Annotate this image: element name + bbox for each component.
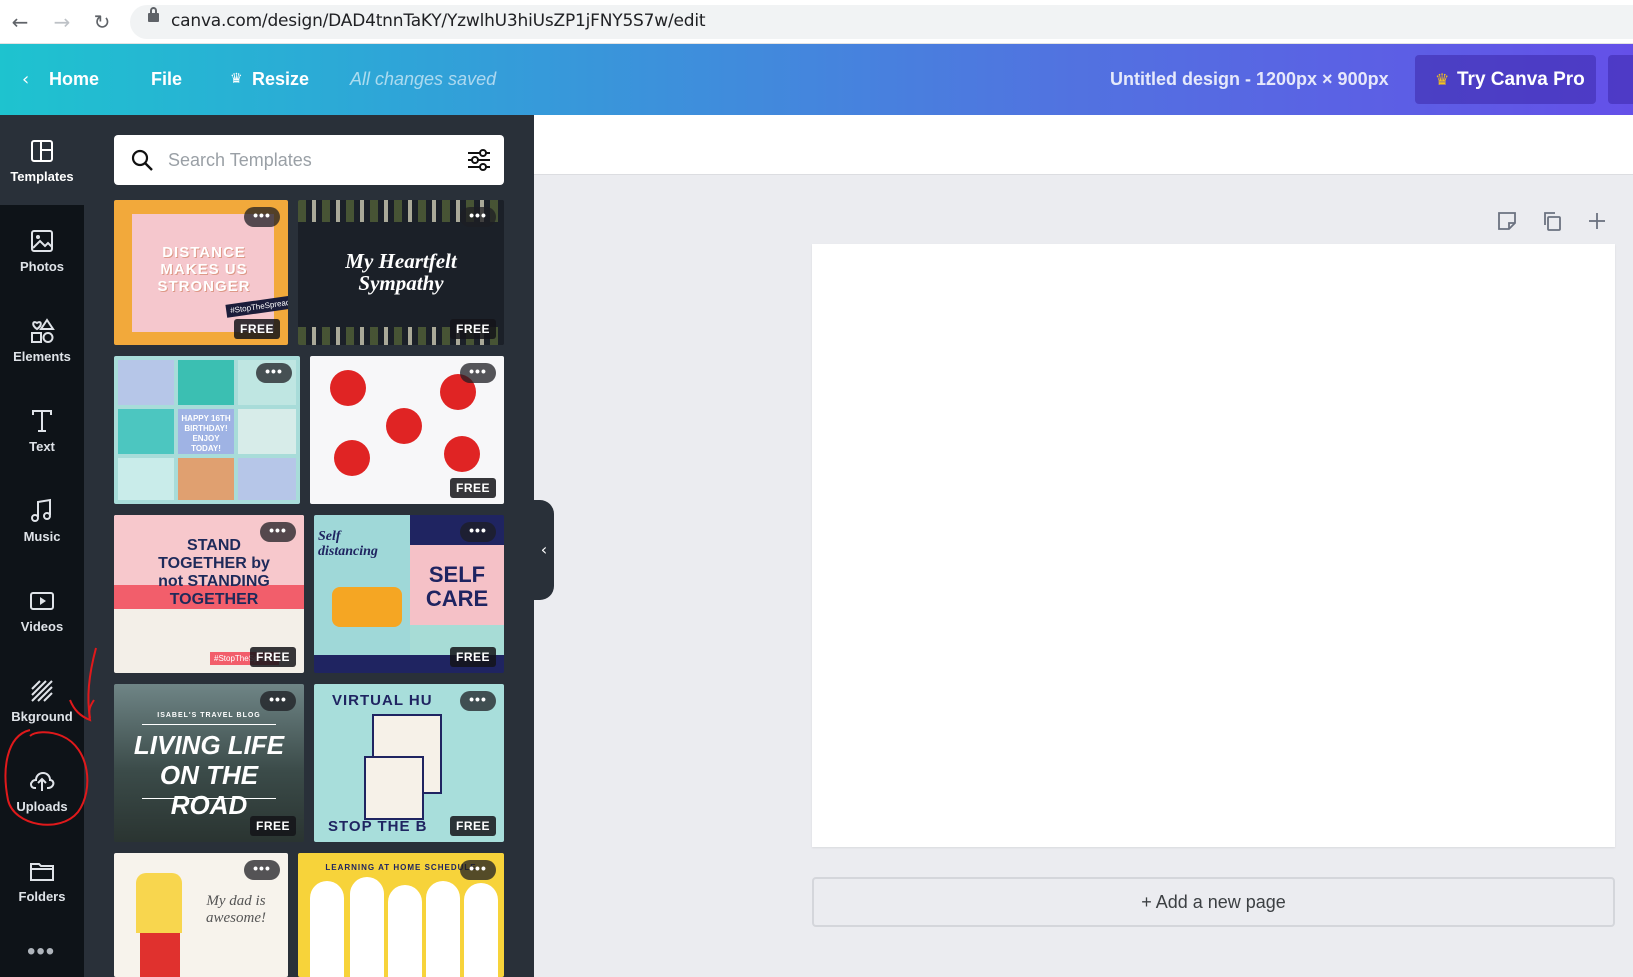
template-kicker: ISABEL'S TRAVEL BLOG (157, 712, 261, 719)
filter-icon[interactable] (466, 148, 492, 172)
free-badge: FREE (249, 647, 296, 667)
sidebar-item-uploads[interactable]: Uploads (0, 745, 84, 835)
template-text: DISTANCE MAKES US STRONGER (157, 244, 251, 295)
template-text: SELF CARE (425, 562, 489, 611)
resize-button[interactable]: Resize (252, 44, 309, 115)
sidebar-item-label: Music (23, 529, 61, 544)
design-page[interactable] (812, 244, 1615, 847)
folder-icon (30, 863, 54, 881)
more-icon[interactable]: ••• (27, 940, 55, 964)
sidebar-item-music[interactable]: Music (0, 475, 84, 565)
more-options-icon[interactable]: ••• (260, 522, 296, 542)
more-options-icon[interactable]: ••• (460, 363, 496, 383)
back-icon[interactable]: ← (8, 10, 32, 34)
file-menu-button[interactable]: File (151, 44, 182, 115)
search-icon (131, 149, 153, 171)
crown-icon: ♛ (1435, 70, 1450, 89)
sidebar-item-label: Text (29, 439, 55, 454)
template-card[interactable]: My dad is awesome! ••• (114, 853, 288, 977)
sidebar-item-background[interactable]: Bkground (0, 655, 84, 745)
notes-icon[interactable] (1496, 210, 1518, 232)
photos-icon (31, 230, 53, 252)
url-text[interactable]: canva.com/design/DAD4tnnTaKY/YzwlhU3hiUs… (171, 11, 706, 31)
editor-toolbar: ‹ Home File ♛ Resize All changes saved U… (0, 44, 1633, 115)
template-card[interactable]: STAND TOGETHER by not STANDING TOGETHER … (114, 515, 304, 673)
more-options-icon[interactable]: ••• (460, 522, 496, 542)
template-card[interactable]: Self distancing SELF CARE ••• FREE (314, 515, 504, 673)
add-page-icon[interactable] (1586, 210, 1608, 232)
free-badge: FREE (449, 647, 496, 667)
design-title[interactable]: Untitled design - 1200px × 900px (1110, 44, 1389, 115)
template-text: My Heartfelt Sympathy (345, 249, 457, 295)
sidebar-item-label: Videos (20, 619, 64, 634)
share-button[interactable] (1608, 55, 1633, 104)
more-options-icon[interactable]: ••• (260, 691, 296, 711)
template-text: HAPPY 16TH BIRTHDAY! ENJOY TODAY! (181, 414, 231, 453)
template-card[interactable]: ISABEL'S TRAVEL BLOG LIVING LIFE ON THE … (114, 684, 304, 842)
more-options-icon[interactable]: ••• (460, 860, 496, 880)
home-button[interactable]: Home (49, 44, 99, 115)
sidebar-item-label: Elements (13, 349, 71, 364)
template-search (114, 135, 504, 185)
text-icon (32, 410, 52, 432)
template-card[interactable]: My Heartfelt Sympathy ••• FREE (298, 200, 504, 345)
search-input[interactable] (168, 147, 438, 173)
try-canva-pro-button[interactable]: ♛ Try Canva Pro (1415, 55, 1596, 104)
template-card[interactable]: HAPPY 16TH BIRTHDAY! ENJOY TODAY! ••• (114, 356, 300, 504)
sidebar-item-templates[interactable]: Templates (0, 115, 84, 205)
template-text: STAND TOGETHER by not STANDING TOGETHER (158, 537, 270, 608)
music-icon (31, 498, 51, 522)
free-badge: FREE (249, 816, 296, 836)
template-script: Self distancing (318, 529, 378, 559)
template-card[interactable]: ••• FREE (310, 356, 504, 504)
sidebar-item-label: Templates (10, 169, 74, 184)
sidebar-item-label: Photos (19, 259, 65, 274)
background-icon (31, 680, 53, 702)
template-card[interactable]: DISTANCE MAKES US STRONGER #StopTheSprea… (114, 200, 288, 345)
templates-icon (31, 140, 53, 162)
sidebar-item-photos[interactable]: Photos (0, 205, 84, 295)
free-badge: FREE (233, 319, 280, 339)
add-new-page-button[interactable]: + Add a new page (812, 877, 1615, 927)
crown-icon: ♛ (230, 71, 243, 87)
lock-icon (148, 7, 159, 22)
more-options-icon[interactable]: ••• (460, 691, 496, 711)
collapse-panel-button[interactable]: ‹ (534, 500, 554, 600)
sidebar-item-label: Bkground (11, 709, 73, 724)
chevron-left-icon[interactable]: ‹ (22, 44, 29, 115)
free-badge: FREE (449, 478, 496, 498)
sidebar-item-videos[interactable]: Videos (0, 565, 84, 655)
videos-icon (30, 592, 54, 610)
more-options-icon[interactable]: ••• (256, 363, 292, 383)
duplicate-page-icon[interactable] (1541, 210, 1563, 232)
more-options-icon[interactable]: ••• (460, 207, 496, 227)
more-options-icon[interactable]: ••• (244, 860, 280, 880)
save-status: All changes saved (350, 69, 497, 89)
free-badge: FREE (449, 816, 496, 836)
elements-icon (31, 318, 55, 343)
try-canva-pro-label: Try Canva Pro (1457, 69, 1585, 90)
sidebar-item-folders[interactable]: Folders (0, 835, 84, 925)
template-text: LIVING LIFE ON THE ROAD (133, 730, 285, 820)
context-toolbar (534, 115, 1633, 175)
reload-icon[interactable]: ↻ (90, 10, 114, 34)
browser-bar: ← → ↻ canva.com/design/DAD4tnnTaKY/Yzwlh… (0, 0, 1633, 44)
template-card[interactable]: LEARNING AT HOME SCHEDULE ••• (298, 853, 504, 977)
sidebar-item-elements[interactable]: Elements (0, 295, 84, 385)
more-options-icon[interactable]: ••• (244, 207, 280, 227)
template-text: My dad is awesome! (206, 893, 266, 926)
forward-icon[interactable]: → (50, 10, 74, 34)
sidebar-item-label: Folders (18, 889, 66, 904)
free-badge: FREE (449, 319, 496, 339)
upload-cloud-icon (30, 771, 55, 791)
sidebar-item-text[interactable]: Text (0, 385, 84, 475)
sidebar-item-label: Uploads (16, 799, 68, 814)
template-card[interactable]: VIRTUAL HU STOP THE B ••• FREE (314, 684, 504, 842)
